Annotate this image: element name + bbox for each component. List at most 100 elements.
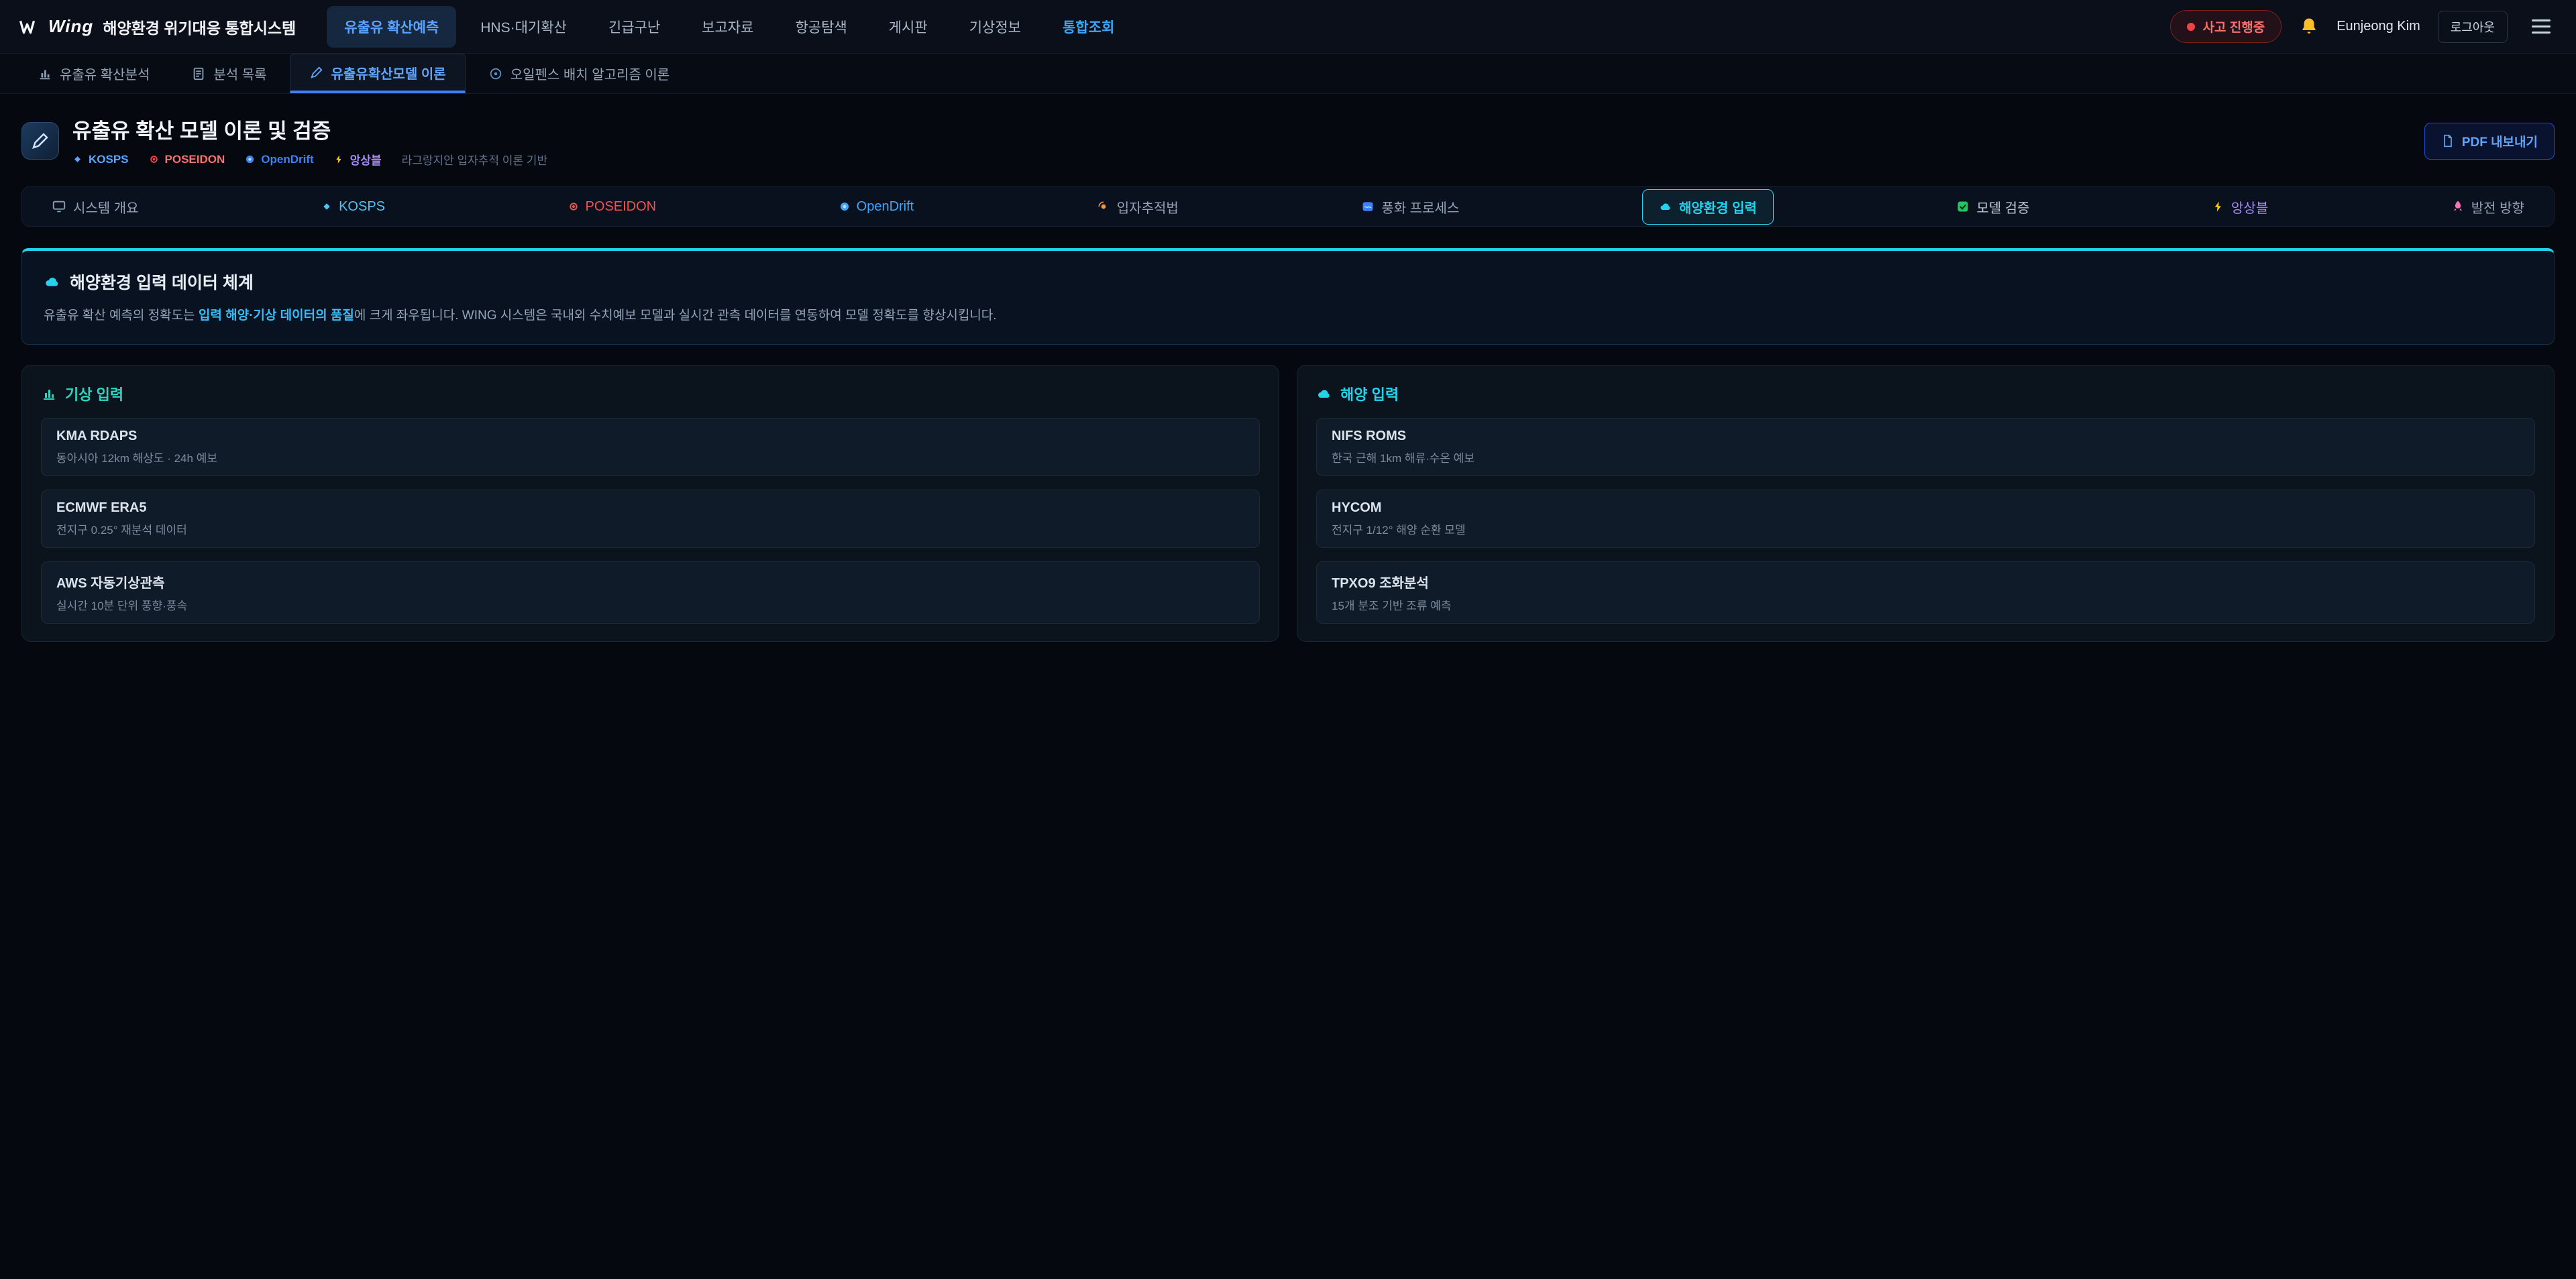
ocean-card-title-row: 해양 입력 (1316, 383, 2535, 404)
dataset-desc: 실시간 10분 단위 풍향·풍속 (56, 596, 1244, 613)
nav-item-aerial-search[interactable]: 항공탐색 (777, 6, 864, 48)
section-tab-label: 풍화 프로세스 (1381, 197, 1459, 217)
section-tab-system-overview[interactable]: 시스템 개요 (52, 197, 139, 217)
brand: Wing 해양환경 위기대응 통합시스템 (19, 15, 296, 38)
nav-item-integrated-search[interactable]: 통합조회 (1045, 6, 1132, 48)
cloud-icon (1316, 386, 1332, 402)
nav-item-board[interactable]: 게시판 (871, 6, 945, 48)
document-list-icon (191, 66, 206, 81)
cloud-icon (1659, 200, 1672, 213)
weather-chart-icon (41, 386, 57, 402)
incident-status-badge[interactable]: 사고 진행중 (2170, 10, 2282, 43)
subtab-analysis-list[interactable]: 분석 목록 (172, 54, 285, 93)
page-header: 유출유 확산 모델 이론 및 검증 KOSPS POSEIDON (21, 114, 2555, 168)
subtab-label: 유출유 확산분석 (60, 64, 150, 83)
circle-target-icon (488, 66, 503, 81)
dataset-name: ECMWF ERA5 (56, 500, 1244, 516)
pdf-export-label: PDF 내보내기 (2462, 132, 2538, 150)
section-tab-label: 앙상블 (2231, 197, 2268, 217)
globe-dot-icon (245, 154, 255, 164)
monitor-icon (52, 199, 66, 214)
section-tab-ensemble[interactable]: 앙상블 (2212, 197, 2268, 217)
incident-dot-icon (2187, 23, 2195, 31)
intro-title: 해양환경 입력 데이터 체계 (70, 270, 254, 294)
dataset-name: KMA RDAPS (56, 429, 1244, 444)
nav-item-emergency-rescue[interactable]: 긴급구난 (591, 6, 678, 48)
input-data-cards: 기상 입력 KMA RDAPS 동아시아 12km 해상도 · 24h 예보 E… (21, 365, 2555, 642)
logout-button[interactable]: 로그아웃 (2438, 11, 2508, 43)
section-tab-label: OpenDrift (857, 199, 914, 215)
page-subtitle: 라그랑지안 입자추적 이론 기반 (402, 151, 548, 168)
nav-item-oil-spill-prediction[interactable]: 유출유 확산예측 (327, 6, 456, 48)
subtab-bar: 유출유 확산분석 분석 목록 유출유확산모델 이론 오일펜스 배치 알고리즘 이… (0, 54, 2576, 94)
section-tab-poseidon[interactable]: POSEIDON (568, 199, 657, 215)
subtab-spill-analysis[interactable]: 유출유 확산분석 (19, 54, 168, 93)
topnav-right: 사고 진행중 Eunjeong Kim 로그아웃 (2170, 10, 2557, 43)
dataset-name: AWS 자동기상관측 (56, 572, 1244, 592)
section-tab-marine-input[interactable]: 해양환경 입력 (1642, 189, 1774, 225)
subtab-label: 오일펜스 배치 알고리즘 이론 (511, 64, 669, 83)
nav-item-reports[interactable]: 보고자료 (684, 6, 771, 48)
wing-logo-icon (19, 17, 39, 37)
section-tab-label: POSEIDON (586, 199, 657, 215)
main-content: 유출유 확산 모델 이론 및 검증 KOSPS POSEIDON (0, 114, 2576, 642)
hamburger-menu-icon[interactable] (2525, 13, 2557, 40)
cloud-icon (44, 273, 61, 290)
diamond-icon (72, 154, 83, 164)
section-tab-weathering[interactable]: 풍화 프로세스 (1361, 197, 1459, 217)
pen-chart-icon (309, 65, 324, 80)
intro-text-after: 에 크게 좌우됩니다. WING 시스템은 국내외 수치예보 모델과 실시간 관… (354, 309, 997, 323)
intro-title-row: 해양환경 입력 데이터 체계 (44, 270, 2532, 294)
weather-input-card: 기상 입력 KMA RDAPS 동아시아 12km 해상도 · 24h 예보 E… (21, 365, 1279, 642)
globe-dot-icon (839, 201, 850, 212)
badge-label: KOSPS (89, 153, 129, 166)
section-tab-label: 해양환경 입력 (1679, 197, 1757, 217)
dataset-desc: 동아시아 12km 해상도 · 24h 예보 (56, 449, 1244, 465)
badge-ensemble: 앙상블 (334, 151, 382, 168)
pdf-export-button[interactable]: PDF 내보내기 (2424, 123, 2555, 160)
chart-icon (38, 66, 52, 81)
dataset-name: HYCOM (1332, 500, 2520, 516)
subtab-label: 분석 목록 (213, 64, 266, 83)
section-tab-label: 입자추적법 (1117, 197, 1179, 217)
weather-card-title: 기상 입력 (65, 383, 123, 404)
check-square-icon (1956, 200, 1970, 213)
incident-badge-label: 사고 진행중 (2203, 17, 2265, 36)
list-item: AWS 자동기상관측 실시간 10분 단위 풍향·풍속 (41, 561, 1260, 624)
section-tab-model-validation[interactable]: 모델 검증 (1956, 197, 2029, 217)
badge-poseidon: POSEIDON (149, 153, 225, 166)
section-tab-future-direction[interactable]: 발전 방향 (2451, 197, 2524, 217)
dataset-desc: 전지구 1/12° 해양 순환 모델 (1332, 520, 2520, 537)
badge-label: OpenDrift (261, 153, 313, 166)
section-tab-label: 발전 방향 (2471, 197, 2524, 217)
target-icon (149, 154, 159, 164)
subtab-model-theory[interactable]: 유출유확산모델 이론 (290, 54, 466, 93)
badge-opendrift: OpenDrift (245, 153, 313, 166)
subtab-label: 유출유확산모델 이론 (331, 63, 446, 82)
section-tab-particle-tracking[interactable]: 입자추적법 (1097, 197, 1179, 217)
nav-item-hns-air-dispersion[interactable]: HNS·대기확산 (463, 6, 584, 48)
dataset-name: TPXO9 조화분석 (1332, 572, 2520, 592)
page-header-tile-icon (21, 122, 59, 160)
list-item: TPXO9 조화분석 15개 분조 기반 조류 예측 (1316, 561, 2535, 624)
badge-label: POSEIDON (165, 153, 225, 166)
pdf-document-icon (2441, 134, 2455, 148)
section-tab-kosps[interactable]: KOSPS (321, 199, 385, 215)
notification-bell-icon[interactable] (2299, 17, 2319, 37)
nav-item-weather-info[interactable]: 기상정보 (952, 6, 1038, 48)
dataset-desc: 한국 근해 1km 해류·수온 예보 (1332, 449, 2520, 465)
dataset-desc: 전지구 0.25° 재분석 데이터 (56, 520, 1244, 537)
lightning-icon (2212, 201, 2224, 213)
section-tab-opendrift[interactable]: OpenDrift (839, 199, 914, 215)
lightning-icon (334, 154, 344, 164)
dataset-name: NIFS ROMS (1332, 429, 2520, 444)
list-item: NIFS ROMS 한국 근해 1km 해류·수온 예보 (1316, 418, 2535, 476)
top-navigation-bar: Wing 해양환경 위기대응 통합시스템 유출유 확산예측 HNS·대기확산 긴… (0, 0, 2576, 54)
list-item: KMA RDAPS 동아시아 12km 해상도 · 24h 예보 (41, 418, 1260, 476)
ocean-card-title: 해양 입력 (1340, 383, 1399, 404)
marine-input-intro-card: 해양환경 입력 데이터 체계 유출유 확산 예측의 정확도는 입력 해양·기상 … (21, 248, 2555, 345)
subtab-oil-fence-algorithm[interactable]: 오일펜스 배치 알고리즘 이론 (470, 54, 688, 93)
badge-label: 앙상블 (350, 151, 382, 168)
brand-title: 해양환경 위기대응 통합시스템 (103, 15, 296, 38)
section-tab-label: KOSPS (339, 199, 385, 215)
